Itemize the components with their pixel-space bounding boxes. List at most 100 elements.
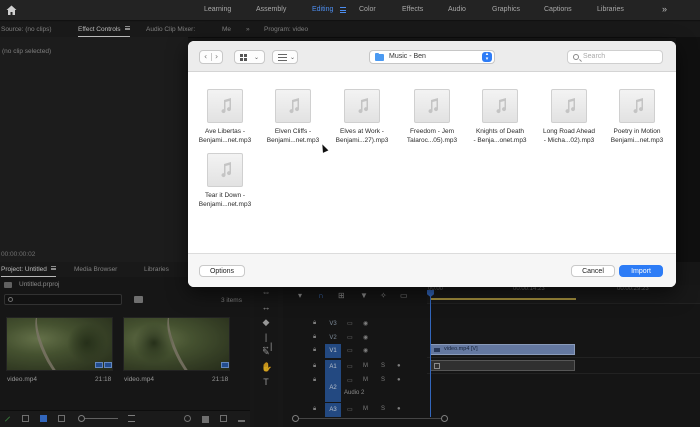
workspace-tab-captions[interactable]: Captions [544, 6, 572, 13]
track-label[interactable]: V1 [325, 344, 341, 358]
lock-icon[interactable]: 🔒︎ [313, 377, 316, 384]
project-search-input[interactable] [4, 294, 122, 305]
panel-menu-icon[interactable] [124, 26, 130, 30]
eye-icon[interactable]: ◉ [363, 334, 368, 341]
tab-libraries[interactable]: Libraries [144, 266, 169, 273]
eye-icon[interactable]: ◉ [363, 320, 368, 327]
workspace-tab-color[interactable]: Color [359, 6, 376, 13]
icon-view-icon[interactable] [40, 415, 47, 422]
lock-icon[interactable]: 🔒︎ [313, 320, 316, 327]
linked-selection-icon[interactable]: ⊞ [338, 291, 345, 300]
captions-icon[interactable]: ▭ [400, 291, 408, 300]
import-button[interactable]: Import [619, 265, 663, 277]
project-item-thumbnail[interactable] [123, 317, 230, 371]
new-bin-icon[interactable] [134, 296, 143, 303]
find-icon[interactable] [184, 415, 191, 422]
cancel-button[interactable]: Cancel [571, 265, 615, 277]
file-item[interactable]: Elves at Work - Benjami...27).mp3 [327, 89, 397, 149]
mute-button[interactable]: M [363, 363, 368, 369]
tab-project[interactable]: Project: Untitled [1, 266, 56, 277]
sync-icon[interactable]: ▭ [347, 320, 353, 327]
slip-icon[interactable]: |↔| [261, 333, 272, 351]
wrench-icon[interactable]: ✧ [380, 291, 387, 300]
clear-icon[interactable] [238, 415, 245, 422]
marker-icon[interactable]: ▼ [360, 291, 368, 300]
freeform-view-icon[interactable] [58, 415, 65, 422]
home-icon[interactable] [6, 5, 17, 16]
project-item-thumbnail[interactable] [6, 317, 113, 371]
type-icon[interactable]: T [261, 378, 271, 387]
workspace-tab-assembly[interactable]: Assembly [256, 6, 286, 13]
location-dropdown[interactable]: Music - Ben ▴ ▾ [369, 50, 495, 64]
solo-button[interactable]: S [381, 406, 385, 412]
back-icon[interactable]: ‹ [204, 53, 207, 61]
sync-icon[interactable]: ▭ [347, 363, 353, 370]
sync-icon[interactable]: ▭ [347, 377, 353, 384]
tab-program[interactable]: Program: video [264, 26, 308, 33]
options-button[interactable]: Options [199, 265, 245, 277]
lock-icon[interactable]: 🔒︎ [313, 347, 316, 354]
workspace-tab-audio[interactable]: Audio [448, 6, 466, 13]
file-item[interactable]: Ave Libertas - Benjami...net.mp3 [190, 89, 260, 149]
sort-icon[interactable] [128, 415, 135, 422]
solo-button[interactable]: S [381, 363, 385, 369]
timeline-scrollbar[interactable] [296, 418, 446, 419]
workspace-tab-effects[interactable]: Effects [402, 6, 423, 13]
file-item[interactable]: Freedom - Jem Talaroc...05).mp3 [397, 89, 467, 149]
panel-overflow-icon[interactable]: » [246, 26, 250, 33]
workspace-tab-editing[interactable]: Editing [312, 6, 333, 13]
more-workspaces-icon[interactable]: » [662, 4, 667, 14]
file-item[interactable]: Knights of Death - Benja...onet.mp3 [465, 89, 535, 149]
zoom-slider-track[interactable] [84, 418, 118, 419]
pen-icon[interactable]: ✎ [261, 348, 271, 357]
snap-icon[interactable]: ▾ [298, 291, 302, 300]
file-item[interactable]: Poetry in Motion Benjami...net.mp3 [602, 89, 672, 149]
magnet-icon[interactable]: ∩ [318, 291, 324, 300]
mic-icon[interactable]: ● [397, 406, 401, 412]
tab-source[interactable]: Source: (no clips) [1, 26, 52, 33]
file-item[interactable]: Tear it Down - Benjami...net.mp3 [190, 153, 260, 213]
scroll-handle-left[interactable] [292, 415, 299, 422]
lock-icon[interactable]: 🔒︎ [313, 363, 316, 370]
zoom-slider-handle[interactable] [78, 415, 85, 422]
sync-icon[interactable]: ▭ [347, 347, 353, 354]
dialog-search-input[interactable]: Search [567, 50, 663, 64]
group-by-select[interactable]: ⌄ [272, 50, 298, 64]
mute-button[interactable]: M [363, 406, 368, 412]
ripple-edit-icon[interactable]: ↔ [261, 303, 271, 312]
view-mode-select[interactable]: ⌄ [234, 50, 265, 64]
scroll-handle-right[interactable] [441, 415, 448, 422]
mic-icon[interactable]: ● [397, 377, 401, 383]
time-ruler[interactable] [427, 285, 700, 304]
track-label[interactable]: A1 [325, 360, 341, 374]
file-item[interactable]: Long Road Ahead - Micha...02).mp3 [534, 89, 604, 149]
new-item-icon[interactable] [220, 415, 227, 422]
audio-clip[interactable] [430, 360, 575, 371]
lock-icon[interactable]: 🔒︎ [313, 334, 316, 341]
track-label[interactable]: A3 [325, 403, 341, 417]
solo-button[interactable]: S [381, 377, 385, 383]
tab-media-browser[interactable]: Media Browser [74, 266, 117, 273]
sync-icon[interactable]: ▭ [347, 334, 353, 341]
workspace-tab-graphics[interactable]: Graphics [492, 6, 520, 13]
tab-metadata[interactable]: Me [222, 26, 231, 33]
work-area-bar[interactable] [431, 298, 576, 300]
new-bin-footer-icon[interactable] [202, 416, 209, 423]
track-label[interactable]: V2 [325, 331, 341, 345]
lock-icon[interactable]: 🔒︎ [313, 406, 316, 413]
workspace-tab-learning[interactable]: Learning [204, 6, 231, 13]
forward-icon[interactable]: › [215, 53, 218, 61]
sync-icon[interactable]: ▭ [347, 406, 353, 413]
track-select-icon[interactable]: ⇔ [261, 288, 271, 297]
video-clip[interactable]: video.mp4 [V] [430, 344, 575, 355]
workspace-tab-libraries[interactable]: Libraries [597, 6, 624, 13]
mic-icon[interactable]: ● [397, 363, 401, 369]
hand-icon[interactable]: ✋ [261, 363, 272, 372]
tab-audio-clip-mixer[interactable]: Audio Clip Mixer: [146, 26, 195, 33]
workspace-menu-icon[interactable] [340, 7, 346, 13]
tab-effect-controls[interactable]: Effect Controls [78, 26, 130, 37]
project-menu-icon[interactable] [50, 266, 56, 270]
track-label[interactable]: A2 [325, 374, 341, 402]
razor-icon[interactable]: ◆ [261, 318, 271, 327]
eye-icon[interactable]: ◉ [363, 347, 368, 354]
